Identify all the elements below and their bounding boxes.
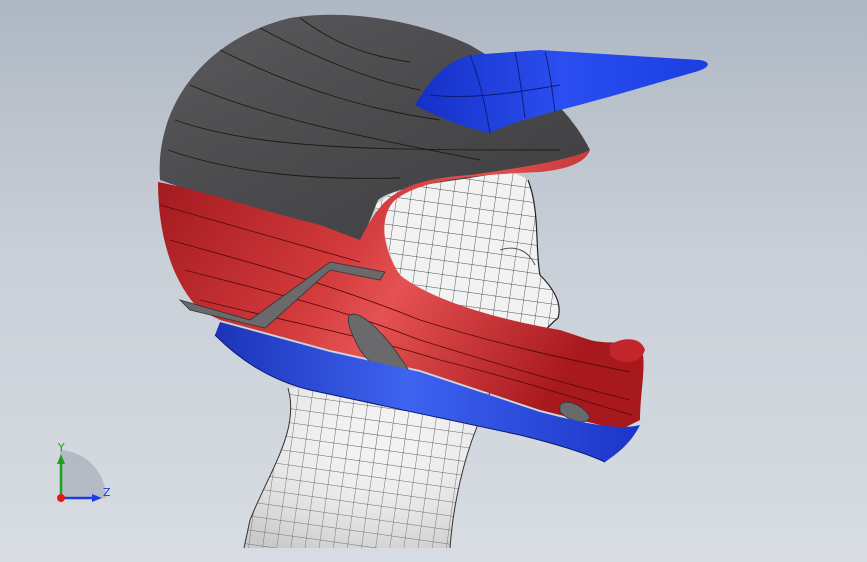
z-axis-label: Z (103, 486, 111, 499)
x-axis-dot (57, 494, 65, 502)
graphics-viewport[interactable]: Y Z (0, 0, 867, 562)
coordinate-triad: Y Z (48, 438, 118, 510)
helmet-model[interactable] (0, 0, 867, 562)
y-axis-label: Y (58, 441, 65, 454)
